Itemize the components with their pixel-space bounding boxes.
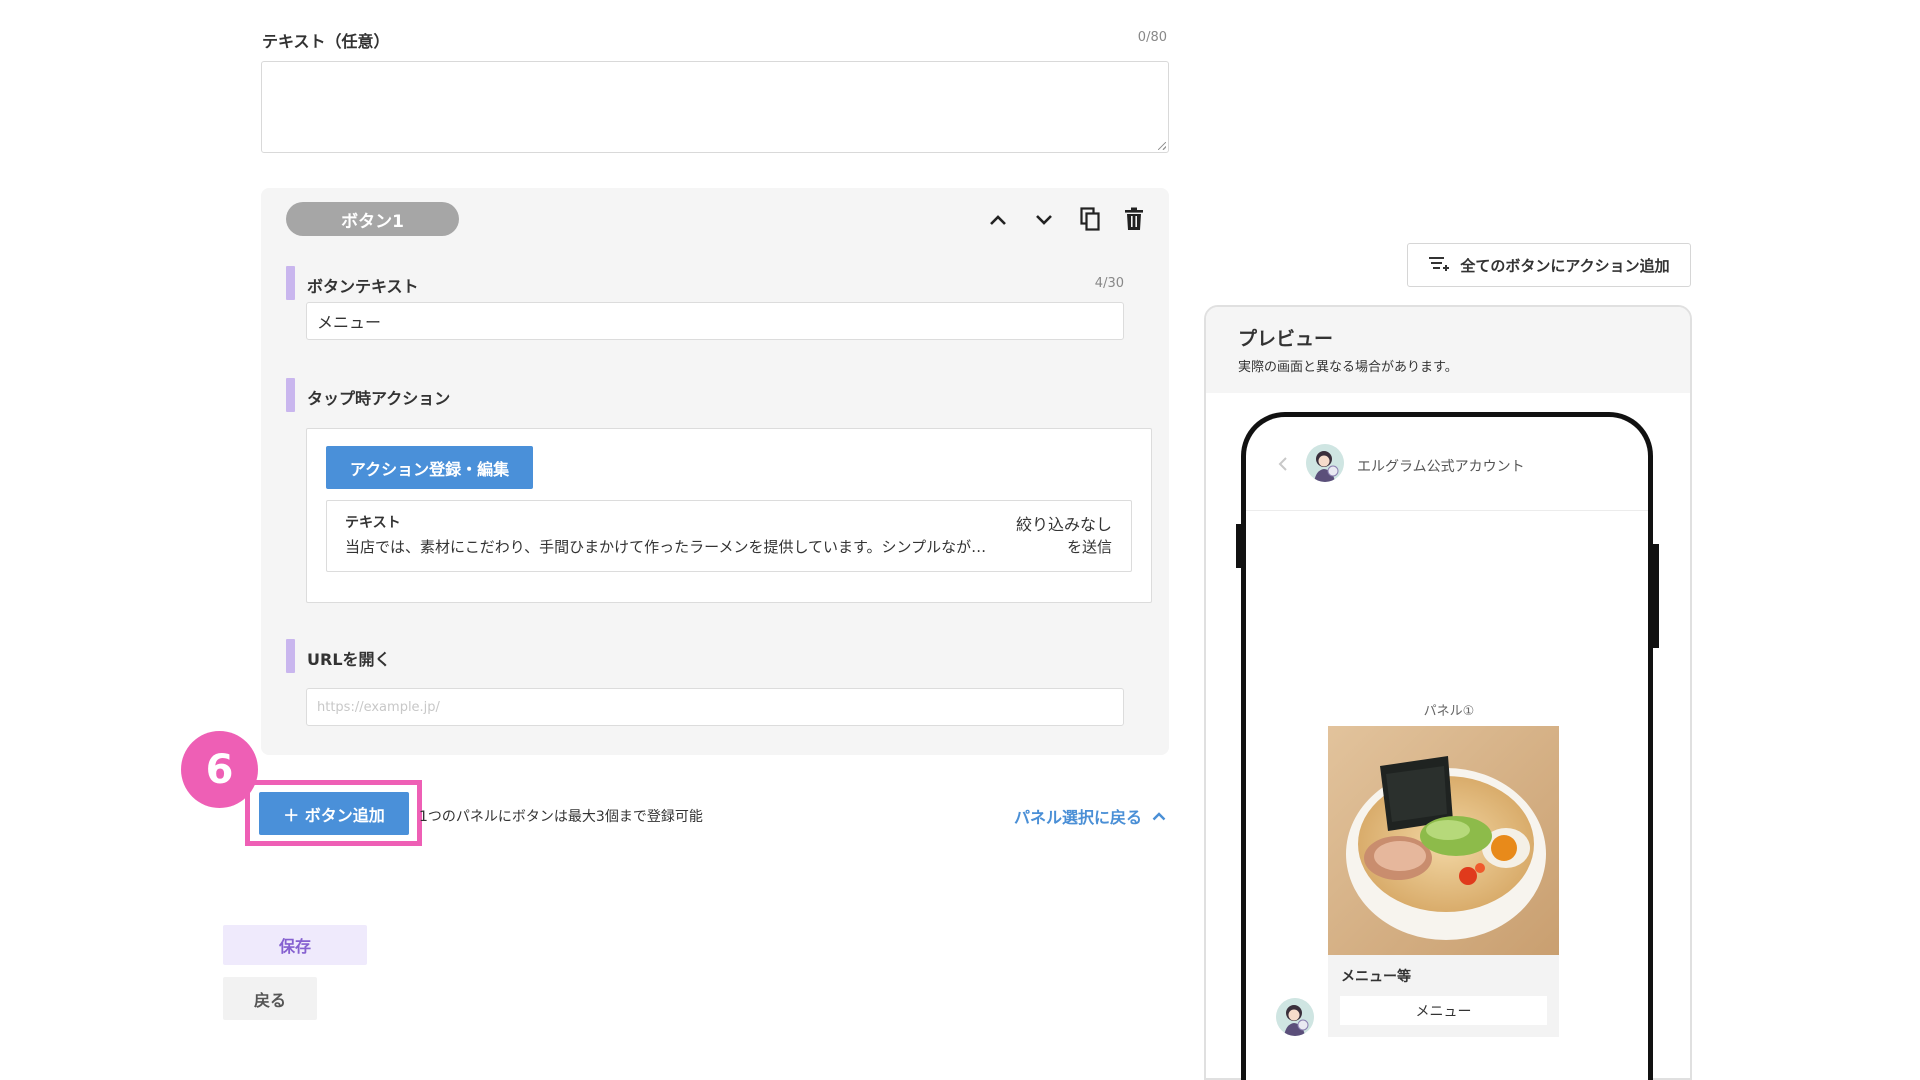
add-action-all-label: 全てのボタンにアクション追加	[1460, 256, 1670, 275]
resize-grip-icon[interactable]	[1158, 142, 1166, 150]
button-text-label: ボタンテキスト	[307, 277, 419, 296]
chat-header-divider	[1246, 510, 1648, 511]
phone-side-button	[1236, 524, 1242, 568]
action-item-suffix: を送信	[1066, 538, 1112, 556]
preview-title: プレビュー	[1238, 328, 1334, 350]
save-button[interactable]: 保存	[223, 925, 367, 965]
move-down-icon[interactable]	[1032, 208, 1056, 232]
button-card-title: ボタン1	[286, 202, 459, 236]
back-to-panel-label: パネル選択に戻る	[1014, 808, 1143, 827]
account-avatar	[1306, 444, 1344, 482]
section-bar	[286, 266, 295, 300]
section-bar	[286, 378, 295, 412]
panel-card-title: メニュー等	[1341, 969, 1411, 985]
move-up-icon[interactable]	[986, 208, 1010, 232]
filter-plus-icon	[1429, 257, 1450, 271]
ramen-image	[1328, 726, 1559, 955]
chat-back-icon[interactable]	[1278, 456, 1288, 476]
panel-card-button[interactable]: メニュー	[1340, 996, 1547, 1025]
panel-label: パネル①	[1423, 704, 1475, 719]
add-action-all-buttons[interactable]: 全てのボタンにアクション追加	[1407, 243, 1691, 287]
tap-action-label: タップ時アクション	[307, 389, 451, 408]
button-text-input[interactable]: メニュー	[306, 302, 1124, 340]
action-item-content: 当店では、素材にこだわり、手間ひまかけて作ったラーメンを提供しています。シンプル…	[345, 538, 987, 556]
bot-avatar	[1276, 998, 1314, 1036]
url-input[interactable]: https://example.jp/	[306, 688, 1124, 726]
preview-subtitle: 実際の画面と異なる場合があります。	[1238, 360, 1458, 375]
action-item-filter: 絞り込みなし	[1015, 515, 1112, 534]
account-name: エルグラム公式アカウント	[1357, 459, 1525, 475]
back-to-panel-link[interactable]: パネル選択に戻る	[1014, 804, 1166, 828]
add-button[interactable]: ＋ ボタン追加	[259, 792, 409, 835]
button-text-counter: 4/30	[1094, 276, 1124, 291]
phone-side-button	[1653, 544, 1659, 648]
add-button-note: 1つのパネルにボタンは最大3個まで登録可能	[419, 809, 703, 825]
text-field-textarea[interactable]	[261, 61, 1169, 153]
text-field-label: テキスト（任意）	[262, 32, 390, 51]
register-action-button[interactable]: アクション登録・編集	[326, 446, 533, 489]
action-item-type: テキスト	[345, 515, 401, 531]
section-bar	[286, 639, 295, 673]
text-field-counter: 0/80	[1137, 30, 1167, 45]
copy-icon[interactable]	[1078, 206, 1102, 232]
back-button[interactable]: 戻る	[223, 977, 317, 1020]
chevron-up-icon	[1152, 812, 1166, 821]
url-label: URLを開く	[307, 650, 391, 669]
delete-icon[interactable]	[1122, 206, 1146, 232]
